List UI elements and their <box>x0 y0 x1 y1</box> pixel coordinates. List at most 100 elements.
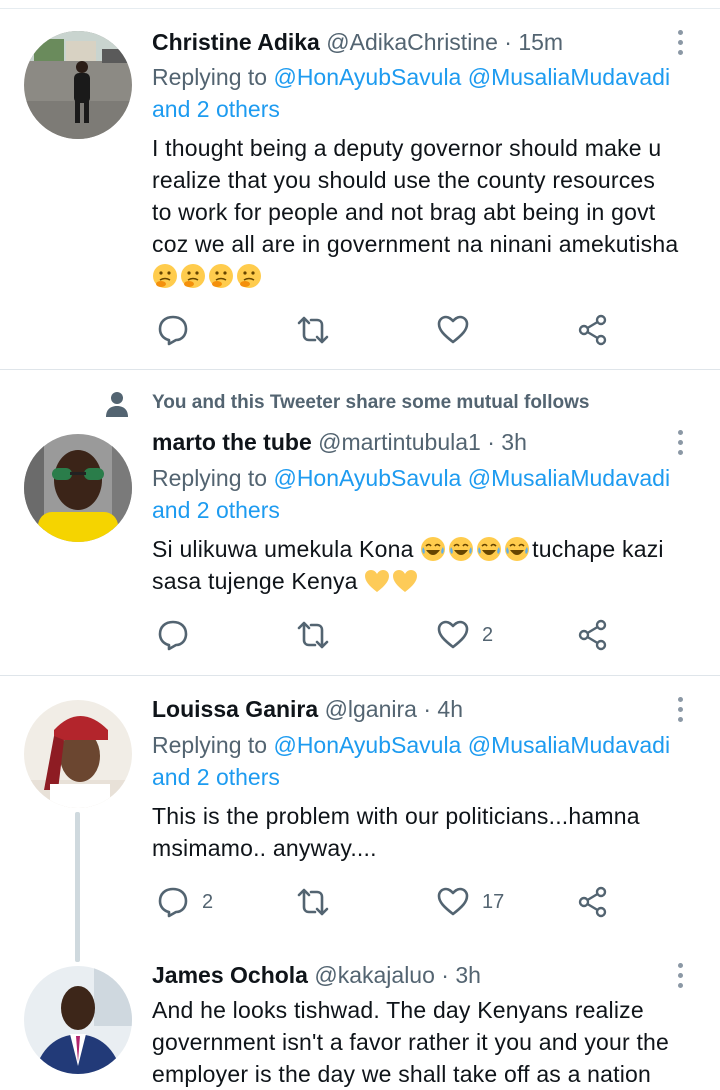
reply-count: 2 <box>202 890 214 913</box>
tweet-text: I thought being a deputy governor should… <box>152 132 712 292</box>
replying-to: Replying to @HonAyubSavula @MusaliaMudav… <box>152 462 712 526</box>
timestamp[interactable]: 15m <box>518 29 563 55</box>
heart-icon <box>437 315 469 344</box>
separator-dot: · <box>423 696 432 722</box>
retweet-icon <box>297 316 329 344</box>
tweet-text-line: realize that you should use the county r… <box>152 167 656 193</box>
tweet-text-line: Si ulikuwa umekula Kona tuchape kazi <box>152 533 712 565</box>
avatar[interactable] <box>24 434 132 542</box>
tweet-text: And he looks tishwad. The day Kenyans re… <box>152 994 712 1090</box>
retweet-icon <box>297 621 329 649</box>
joy-face-icon <box>421 537 446 561</box>
joy-face-icon <box>449 537 474 561</box>
like-count: 2 <box>482 623 494 646</box>
reply-icon <box>158 315 188 346</box>
social-context: You and this Tweeter share some mutual f… <box>152 392 590 413</box>
more-options-icon[interactable] <box>668 25 692 59</box>
reply-button[interactable]: 2 <box>156 882 213 922</box>
tweet-text-line: to work for people and not brag abt bein… <box>152 199 656 225</box>
tweet-text-line: coz we all are in government na ninani a… <box>152 231 679 257</box>
replying-prefix: Replying to <box>152 732 274 758</box>
retweet-icon <box>297 888 329 916</box>
yellow-heart-icon <box>365 570 390 592</box>
user-handle[interactable]: @kakajaluo <box>314 962 435 988</box>
share-button[interactable] <box>576 310 610 350</box>
tweet-header: Louissa Ganira @lganira · 4h <box>152 692 463 726</box>
like-button[interactable]: 17 <box>436 882 504 922</box>
display-name[interactable]: marto the tube <box>152 429 312 455</box>
separator-dot: · <box>441 962 449 988</box>
top-divider <box>0 0 720 9</box>
joy-face-icon <box>505 537 530 561</box>
avatar[interactable] <box>24 31 132 139</box>
tweet-divider <box>0 369 720 370</box>
retweet-button[interactable] <box>296 882 330 922</box>
share-button[interactable] <box>576 615 610 655</box>
more-options-icon[interactable] <box>668 692 692 726</box>
mention-link[interactable]: @MusaliaMudavadi <box>468 64 670 90</box>
heart-icon <box>437 887 469 916</box>
tweet-text-segment: sasa tujenge Kenya <box>152 568 365 594</box>
tweet-text-line: employer is the day we shall take off as… <box>152 1061 652 1087</box>
thread-connector <box>75 812 80 962</box>
tweet-text-line: And he looks tishwad. The day Kenyans re… <box>152 997 644 1023</box>
and-others-link[interactable]: and 2 others <box>152 497 280 523</box>
tweet-actions <box>152 310 672 350</box>
heart-icon <box>437 620 469 649</box>
mention-link[interactable]: @HonAyubSavula <box>273 465 461 491</box>
thinking-face-icon <box>209 264 233 288</box>
tweet-actions: 2 17 <box>152 882 672 922</box>
like-button[interactable] <box>436 310 482 350</box>
reply-button[interactable] <box>156 310 202 350</box>
replying-to: Replying to @HonAyubSavula @MusaliaMudav… <box>152 729 712 793</box>
tweet-text-segment: Si ulikuwa umekula Kona <box>152 536 421 562</box>
user-handle[interactable]: @AdikaChristine <box>326 29 498 55</box>
timestamp[interactable]: 3h <box>501 429 527 455</box>
mention-link[interactable]: @MusaliaMudavadi <box>468 465 670 491</box>
avatar[interactable] <box>24 966 132 1074</box>
reply-icon <box>158 620 188 651</box>
separator-dot: · <box>487 429 495 455</box>
share-button[interactable] <box>576 882 610 922</box>
thinking-face-icon <box>237 264 261 288</box>
display-name[interactable]: James Ochola <box>152 962 308 988</box>
share-icon <box>578 619 607 651</box>
tweet-actions: 2 <box>152 615 672 655</box>
and-others-link[interactable]: and 2 others <box>152 96 280 122</box>
tweet-text-line: msimamo.. anyway.... <box>152 835 377 861</box>
timestamp[interactable]: 4h <box>437 696 463 722</box>
user-handle[interactable]: @lganira <box>325 696 417 722</box>
tweet-header: Christine Adika @AdikaChristine · 15m <box>152 25 563 59</box>
like-button[interactable]: 2 <box>436 615 493 655</box>
and-others-link[interactable]: and 2 others <box>152 764 280 790</box>
mention-link[interactable]: @MusaliaMudavadi <box>468 732 670 758</box>
mention-link[interactable]: @HonAyubSavula <box>273 732 461 758</box>
share-icon <box>578 886 607 918</box>
user-handle[interactable]: @martintubula1 <box>318 429 481 455</box>
thinking-face-icon <box>181 264 205 288</box>
timestamp[interactable]: 3h <box>455 962 481 988</box>
reply-button[interactable] <box>156 615 202 655</box>
mention-link[interactable]: @HonAyubSavula <box>273 64 461 90</box>
person-icon <box>106 392 128 417</box>
display-name[interactable]: Christine Adika <box>152 29 320 55</box>
more-options-icon[interactable] <box>668 425 692 459</box>
retweet-button[interactable] <box>296 615 330 655</box>
avatar[interactable] <box>24 700 132 808</box>
tweet-text-line: sasa tujenge Kenya <box>152 565 712 597</box>
separator-dot: · <box>504 29 512 55</box>
joy-face-icon <box>477 537 502 561</box>
retweet-button[interactable] <box>296 310 330 350</box>
share-icon <box>578 314 607 346</box>
more-options-icon[interactable] <box>668 958 692 992</box>
display-name[interactable]: Louissa Ganira <box>152 696 318 722</box>
replying-prefix: Replying to <box>152 64 274 90</box>
like-count: 17 <box>482 890 505 913</box>
tweet-header: James Ochola @kakajaluo · 3h <box>152 958 481 992</box>
tweet-text: Si ulikuwa umekula Kona tuchape kazi sas… <box>152 533 712 597</box>
thinking-face-icon <box>153 264 177 288</box>
replying-prefix: Replying to <box>152 465 274 491</box>
tweet-divider <box>0 675 720 676</box>
tweet-header: marto the tube @martintubula1 · 3h <box>152 425 527 459</box>
replying-to: Replying to @HonAyubSavula @MusaliaMudav… <box>152 61 712 125</box>
